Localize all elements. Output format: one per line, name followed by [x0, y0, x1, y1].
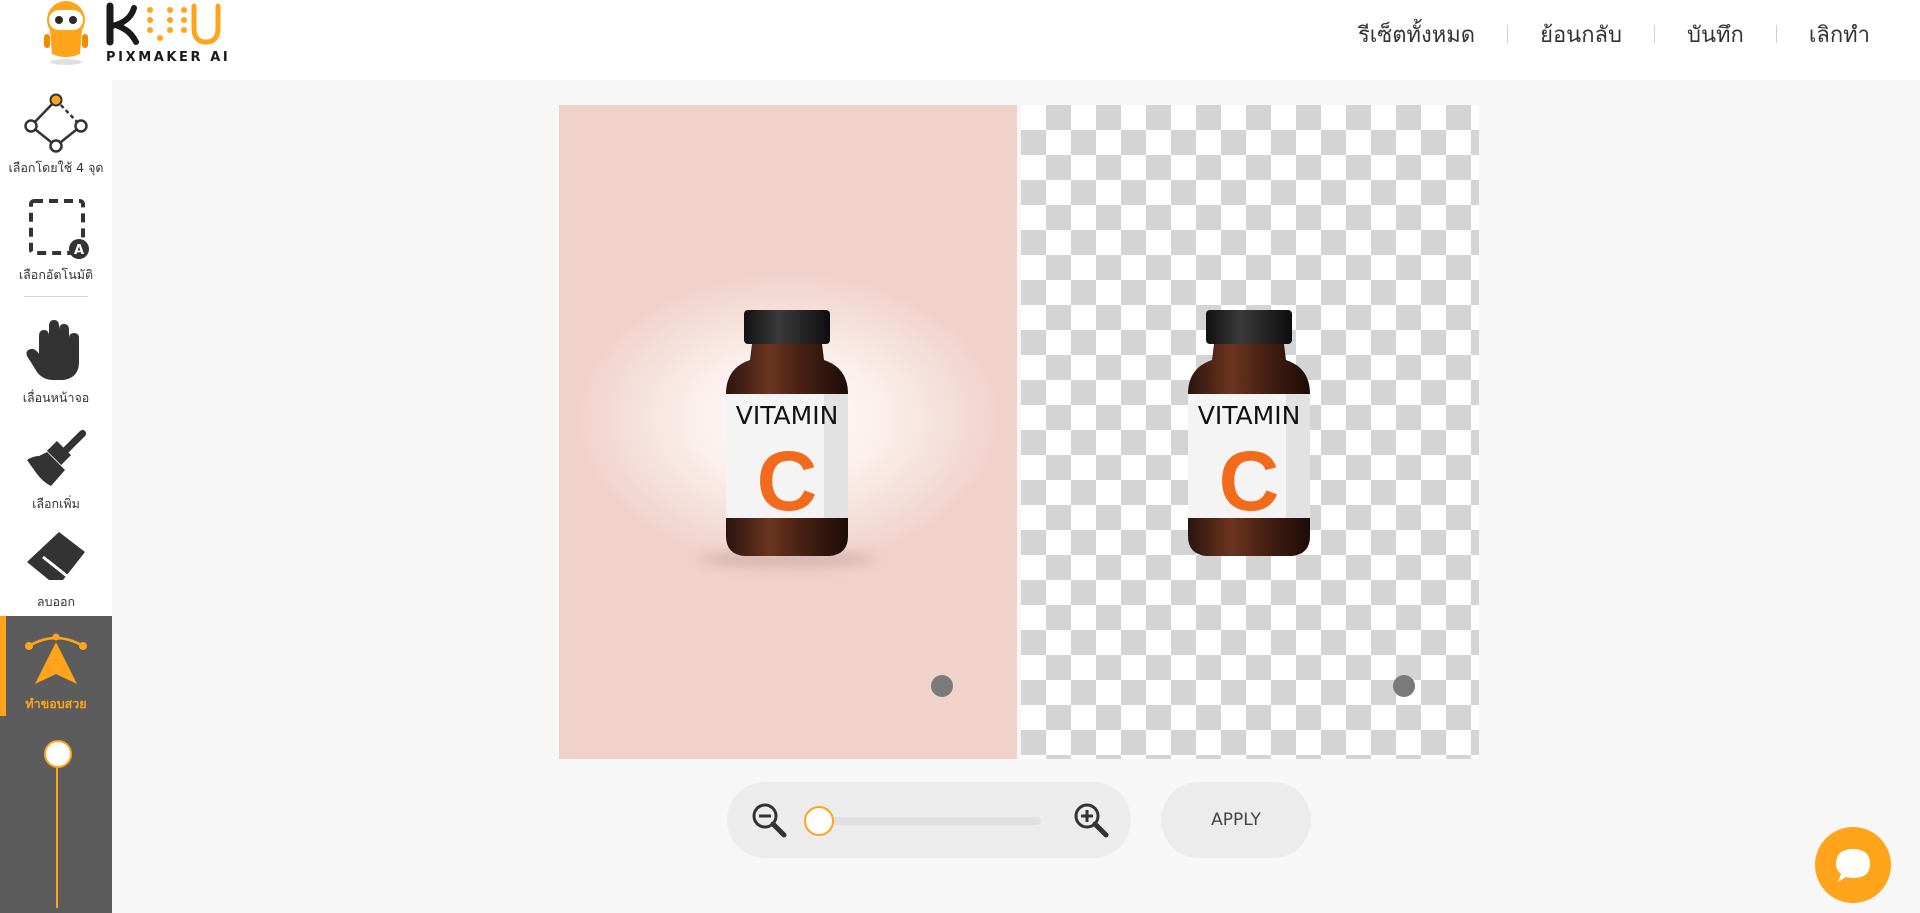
smooth-edge-icon: [25, 633, 87, 684]
nav-divider: [1507, 25, 1509, 43]
back-button[interactable]: ย้อนกลับ: [1540, 17, 1622, 52]
canvas-scroll-handle[interactable]: [931, 675, 953, 697]
slider-knob[interactable]: [44, 740, 72, 768]
bottle-label-letter: C: [1219, 434, 1280, 528]
vitamin-bottle-image: VITAMIN C: [726, 310, 848, 556]
svg-text:A: A: [74, 243, 84, 258]
tool-auto-select[interactable]: A เลือกอัตโนมัติ: [0, 197, 112, 285]
logo-wordmark-icon: [106, 2, 221, 46]
auto-select-icon: A: [29, 199, 89, 259]
logo-subtitle: PIXMAKER AI: [106, 50, 231, 65]
nav-divider: [1775, 25, 1777, 43]
tool-label: เลื่อนหน้าจอ: [22, 390, 90, 405]
tool-label: เลือกเพิ่ม: [32, 496, 80, 511]
tool-sidebar: เลือกโดยใช้ 4 จุด A เลือกอัตโนมัติ เลื่อ…: [0, 80, 112, 913]
original-image-canvas[interactable]: VITAMIN C: [559, 105, 1017, 759]
tool-label: เลือกอัตโนมัติ: [18, 267, 94, 282]
logo[interactable]: PIXMAKER AI: [40, 0, 240, 72]
tool-label: ทำขอบสวย: [25, 696, 87, 711]
nav-divider: [1653, 25, 1655, 43]
chat-button[interactable]: [1815, 827, 1891, 903]
top-nav: รีเซ็ตทั้งหมด ย้อนกลับ บันทึก เลิกทำ: [1358, 16, 1870, 52]
hand-pan-icon: [26, 320, 79, 380]
tool-four-point-select[interactable]: เลือกโดยใช้ 4 จุด: [0, 92, 112, 178]
tool-eraser[interactable]: ลบออก: [0, 528, 112, 612]
tool-label: ลบออก: [36, 594, 76, 609]
top-header: PIXMAKER AI รีเซ็ตทั้งหมด ย้อนกลับ บันทึ…: [0, 0, 1920, 80]
tool-brush-add[interactable]: เลือกเพิ่ม: [0, 422, 112, 514]
zoom-out-icon[interactable]: [749, 800, 789, 840]
bottle-label-top: VITAMIN: [736, 401, 839, 430]
bottle-label-top: VITAMIN: [1198, 401, 1301, 430]
brush-size-slider[interactable]: [44, 740, 72, 908]
reset-all-button[interactable]: รีเซ็ตทั้งหมด: [1358, 17, 1475, 52]
zoom-control: [727, 782, 1131, 858]
apply-button[interactable]: APPLY: [1161, 782, 1311, 858]
zoom-in-icon[interactable]: [1071, 800, 1111, 840]
save-button[interactable]: บันทึก: [1687, 17, 1744, 52]
zoom-slider-knob[interactable]: [804, 806, 834, 836]
cancel-button[interactable]: เลิกทำ: [1809, 17, 1870, 52]
tool-smooth-edge[interactable]: ทำขอบสวย: [0, 628, 112, 714]
bottle-label-letter: C: [757, 434, 818, 528]
slider-track: [56, 758, 58, 908]
tool-pan[interactable]: เลื่อนหน้าจอ: [0, 316, 112, 408]
tool-label: เลือกโดยใช้ 4 จุด: [8, 160, 104, 175]
robot-mascot-icon: [44, 1, 88, 65]
tool-divider: [24, 296, 88, 297]
canvas-scroll-handle[interactable]: [1393, 675, 1415, 697]
eraser-icon: [27, 532, 85, 580]
chat-bubble-icon: [1836, 849, 1870, 882]
vitamin-bottle-cutout-image: VITAMIN C: [1188, 310, 1310, 556]
zoom-slider-track[interactable]: [807, 817, 1041, 825]
four-point-select-icon: [24, 93, 88, 153]
brush-add-icon: [27, 429, 87, 486]
result-preview-canvas[interactable]: VITAMIN C: [1021, 105, 1479, 759]
